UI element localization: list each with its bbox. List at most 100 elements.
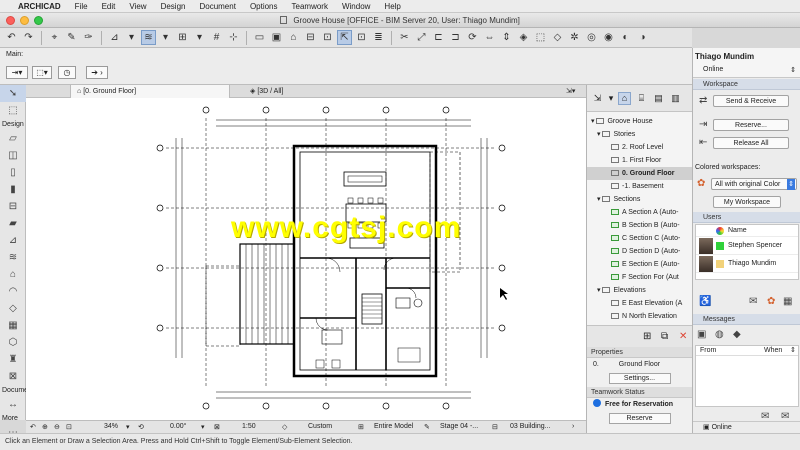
adjust-icon[interactable]: ◎ <box>584 30 599 45</box>
delete-icon[interactable]: ✕ <box>679 331 687 342</box>
menu-edit[interactable]: Edit <box>102 2 116 11</box>
window-tool-icon[interactable]: ▯ <box>0 164 26 181</box>
view-map-icon[interactable]: ⌸ <box>635 92 648 105</box>
tree-item-section[interactable]: A Section A (Auto- <box>587 206 692 219</box>
curtain-wall-tool-icon[interactable]: ▦ <box>0 317 26 334</box>
new-view-icon[interactable]: ⊞ <box>643 331 651 342</box>
settings-button[interactable]: Settings... <box>608 373 671 384</box>
user-info-icon[interactable]: ▦ <box>783 296 792 307</box>
guide-lines-icon[interactable]: ▾ <box>192 30 207 45</box>
thick-lines-icon[interactable]: ▣ <box>269 30 284 45</box>
send-receive-button[interactable]: Send & Receive <box>713 95 789 107</box>
tree-item-stories[interactable]: ▾ Stories <box>587 128 692 141</box>
slab-tool-icon[interactable]: ▰ <box>0 215 26 232</box>
undo-icon[interactable]: ↶ <box>4 30 19 45</box>
suspend-groups-icon[interactable]: ⊿ <box>107 30 122 45</box>
layer-combo-value[interactable]: Custom <box>308 423 332 430</box>
navigator-options-icon[interactable]: ⇲ <box>591 92 604 105</box>
tree-item-section[interactable]: E Section E (Auto- <box>587 258 692 271</box>
scale-value[interactable]: 1:50 <box>242 423 256 430</box>
tree-item-section[interactable]: B Section B (Auto- <box>587 219 692 232</box>
dimension-value[interactable]: 03 Building... <box>510 423 550 430</box>
roof-tool-icon[interactable]: ⌂ <box>0 266 26 283</box>
clone-icon[interactable]: ⧉ <box>661 331 668 342</box>
accessibility-icon[interactable]: ♿ <box>699 296 711 307</box>
menu-file[interactable]: File <box>75 2 88 11</box>
stretch-icon[interactable]: ⬚ <box>533 30 548 45</box>
colored-workspaces-select[interactable]: All with original Color ⇕ <box>711 178 797 190</box>
column-tool-icon[interactable]: ▮ <box>0 181 26 198</box>
zoom-dropdown-icon[interactable]: ▾ <box>126 423 130 431</box>
explode-icon[interactable]: ✲ <box>567 30 582 45</box>
object-tool-icon[interactable]: ♜ <box>0 351 26 368</box>
select-mode-dropdown[interactable]: ⬚▾ <box>32 66 52 79</box>
tree-item-story[interactable]: 1. First Floor <box>587 154 692 167</box>
arrow-tool-dropdown[interactable]: ➔ › <box>86 66 108 79</box>
menu-design[interactable]: Design <box>161 2 186 11</box>
arrow-select-icon[interactable]: ⇱ <box>337 30 352 45</box>
camera-icon[interactable]: ◐ <box>618 30 633 45</box>
when-column-header[interactable]: When <box>764 347 782 354</box>
snap-dropdown-icon[interactable]: ▾ <box>158 30 173 45</box>
tab-ground-floor[interactable]: ⌂ [0. Ground Floor] <box>70 85 230 98</box>
zoom-window-button[interactable] <box>34 16 43 25</box>
zoom-in-icon[interactable]: ⊕ <box>42 423 48 431</box>
current-user-status[interactable]: Online ⇕ <box>695 66 796 74</box>
trace-icon[interactable]: ⊹ <box>226 30 241 45</box>
app-menu[interactable]: ARCHICAD <box>18 2 61 11</box>
fit-window-icon[interactable]: ⊡ <box>66 423 72 431</box>
scale-icon[interactable]: ⊠ <box>214 423 220 431</box>
skylight-tool-icon[interactable]: ◇ <box>0 300 26 317</box>
request-icon[interactable]: ◆ <box>733 329 741 340</box>
wall-tool-icon[interactable]: ▱ <box>0 130 26 147</box>
chat-icon[interactable]: ◍ <box>715 329 724 340</box>
mirror-icon[interactable]: ⊐ <box>448 30 463 45</box>
more-options-icon[interactable]: › <box>572 423 574 430</box>
syringe-icon[interactable]: ✑ <box>81 30 96 45</box>
orientation-angle[interactable]: 0.00° <box>170 423 186 430</box>
user-row[interactable]: Thiago Mundim <box>696 255 798 273</box>
3d-window-icon[interactable]: ◈ <box>516 30 531 45</box>
marquee-tool-icon[interactable]: ⬚ <box>0 102 26 119</box>
tree-item-elevations[interactable]: ▾ Elevations <box>587 284 692 297</box>
menu-window[interactable]: Window <box>342 2 370 11</box>
grid-snap-icon[interactable]: ≋ <box>141 30 156 45</box>
inbox-icon[interactable]: ▣ <box>697 329 706 340</box>
my-workspace-button[interactable]: My Workspace <box>713 196 781 208</box>
publisher-sets-icon[interactable]: ▥ <box>669 92 682 105</box>
eyedropper-icon[interactable]: ✎ <box>64 30 79 45</box>
tab-3d-all[interactable]: ◈ [3D / All] <box>244 85 364 98</box>
pick-up-icon[interactable]: ⌖ <box>47 30 62 45</box>
display-order-icon[interactable]: ⊡ <box>320 30 335 45</box>
zoom-level[interactable]: 34% <box>104 423 118 430</box>
railing-tool-icon[interactable]: ≋ <box>0 249 26 266</box>
name-column-header[interactable]: Name <box>728 227 747 234</box>
elevate-icon[interactable]: ⇕ <box>499 30 514 45</box>
close-window-button[interactable] <box>6 16 15 25</box>
beam-tool-icon[interactable]: ⊟ <box>0 198 26 215</box>
tree-item-section[interactable]: F Section For (Aut <box>587 271 692 284</box>
angle-dropdown-icon[interactable]: ▾ <box>201 423 205 431</box>
move-icon[interactable]: ⇔ <box>482 30 497 45</box>
tree-item-section[interactable]: C Section C (Auto- <box>587 232 692 245</box>
scissors-icon[interactable]: ✂ <box>397 30 412 45</box>
tab-list-dropdown[interactable]: ⇲▾ <box>560 85 584 98</box>
tree-item-sections[interactable]: ▾ Sections <box>587 193 692 206</box>
model-view-value[interactable]: Entire Model <box>374 423 413 430</box>
send-message-icon[interactable]: ✉ <box>749 296 757 307</box>
minimize-window-button[interactable] <box>20 16 29 25</box>
user-row[interactable]: Stephen Spencer <box>696 237 798 255</box>
workspace-reserve-button[interactable]: Reserve... <box>713 119 789 131</box>
menu-options[interactable]: Options <box>250 2 278 11</box>
resize-icon[interactable]: ⤢ <box>414 30 429 45</box>
door-tool-icon[interactable]: ◫ <box>0 147 26 164</box>
offset-icon[interactable]: ⊏ <box>431 30 446 45</box>
pen-set-value[interactable]: Stage 04 -... <box>440 423 478 430</box>
zone-tool-icon[interactable]: ⊠ <box>0 368 26 385</box>
menu-help[interactable]: Help <box>384 2 400 11</box>
dimension-tool-icon[interactable]: ↔ <box>0 396 26 413</box>
select-method-dropdown[interactable]: ⇥▾ <box>6 66 28 79</box>
project-map-icon[interactable]: ⌂ <box>618 91 631 105</box>
morph-tool-icon[interactable]: ⬡ <box>0 334 26 351</box>
tree-item-elevation[interactable]: E East Elevation (A <box>587 297 692 310</box>
